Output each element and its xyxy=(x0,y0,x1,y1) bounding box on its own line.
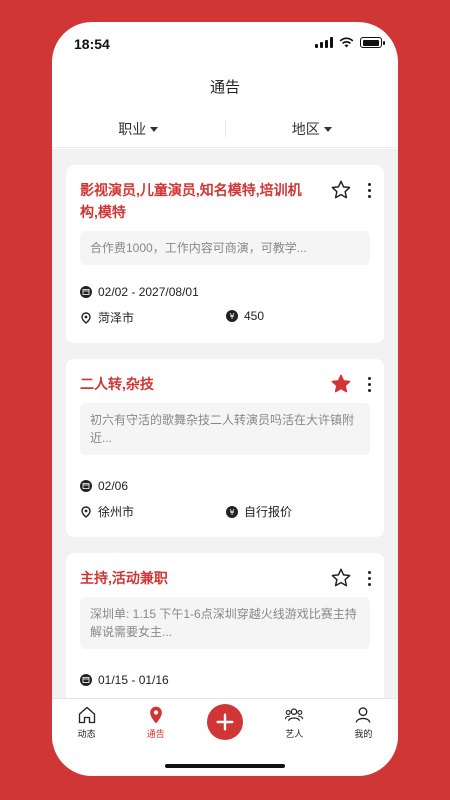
filter-bar: 职业 地区 xyxy=(52,110,398,148)
notice-card[interactable]: 主持,活动兼职 深圳单: 1.15 下午1-6点深圳穿越火线游戏比赛主持解说需要… xyxy=(66,553,384,698)
filter-profession-label: 职业 xyxy=(118,120,147,137)
card-price-text: 自行报价 xyxy=(244,505,293,519)
filter-region-label: 地区 xyxy=(291,120,320,137)
card-price: ¥ 自行报价 xyxy=(226,503,292,520)
card-date-text: 02/02 - 2027/08/01 xyxy=(98,285,199,299)
tab-create[interactable] xyxy=(190,699,259,744)
calendar-icon xyxy=(80,286,92,298)
svg-text:¥: ¥ xyxy=(229,312,234,321)
page-title: 通告 xyxy=(209,79,240,96)
people-icon xyxy=(284,708,304,722)
signal-icon xyxy=(315,37,333,48)
tab-feed[interactable]: 动态 xyxy=(52,699,121,744)
notice-list[interactable]: 影视演员,儿童演员,知名模特,培训机构,模特 合作费1000，工作内容可商演，可… xyxy=(52,149,398,698)
card-title: 二人转,杂技 xyxy=(80,376,154,392)
svg-text:¥: ¥ xyxy=(229,508,234,517)
card-location: 菏泽市 xyxy=(80,309,134,326)
user-icon xyxy=(356,707,371,723)
card-location-text: 徐州市 xyxy=(98,505,135,519)
battery-icon xyxy=(360,37,385,48)
status-time: 18:54 xyxy=(74,36,110,52)
wifi-icon xyxy=(339,37,354,48)
filter-profession[interactable]: 职业 xyxy=(52,119,225,139)
more-options-icon[interactable] xyxy=(364,567,374,589)
tab-mine[interactable]: 我的 xyxy=(329,699,398,744)
card-title: 影视演员,儿童演员,知名模特,培训机构,模特 xyxy=(80,182,302,220)
home-indicator xyxy=(165,764,285,768)
notice-card[interactable]: 影视演员,儿童演员,知名模特,培训机构,模特 合作费1000，工作内容可商演，可… xyxy=(66,165,384,343)
star-filled-icon[interactable] xyxy=(330,373,352,395)
card-price-text: 450 xyxy=(244,309,265,323)
card-date-text: 02/06 xyxy=(98,479,129,493)
yen-icon: ¥ xyxy=(226,505,238,518)
tab-mine-label: 我的 xyxy=(354,729,373,739)
caret-down-icon xyxy=(150,127,159,132)
home-icon xyxy=(78,706,95,724)
tab-artists[interactable]: 艺人 xyxy=(260,699,329,744)
calendar-icon xyxy=(80,480,92,492)
card-description: 初六有守活的歌舞杂技二人转演员吗活在大许镇附近... xyxy=(80,403,370,455)
phone-screen: 18:54 通告 职业 地区 影视演员,儿童演员,知名模特,培训机构,模特 合作… xyxy=(52,22,398,776)
star-outline-icon[interactable] xyxy=(330,567,352,589)
tab-bar: 动态 通告 艺人 我的 xyxy=(52,698,398,744)
plus-icon[interactable] xyxy=(207,703,243,740)
tab-feed-label: 动态 xyxy=(77,729,96,739)
location-pin-icon xyxy=(81,311,91,324)
card-price: ¥ 450 xyxy=(226,309,264,323)
card-description: 深圳单: 1.15 下午1-6点深圳穿越火线游戏比赛主持解说需要女主... xyxy=(80,597,370,649)
card-date: 02/06 xyxy=(80,479,128,493)
tab-artists-label: 艺人 xyxy=(285,729,304,739)
tab-notices[interactable]: 通告 xyxy=(121,699,190,744)
card-location-text: 菏泽市 xyxy=(98,311,135,325)
status-icons xyxy=(315,37,385,48)
card-date-text: 01/15 - 01/16 xyxy=(98,673,169,687)
yen-icon: ¥ xyxy=(226,310,238,322)
location-pin-icon xyxy=(149,706,162,724)
tab-notices-label: 通告 xyxy=(146,729,165,739)
card-description: 合作费1000，工作内容可商演，可教学... xyxy=(80,231,370,265)
star-outline-icon[interactable] xyxy=(330,179,352,201)
filter-region[interactable]: 地区 xyxy=(226,119,399,139)
caret-down-icon xyxy=(323,127,332,132)
notice-card[interactable]: 二人转,杂技 初六有守活的歌舞杂技二人转演员吗活在大许镇附近... 02/06 … xyxy=(66,359,384,537)
calendar-icon xyxy=(80,674,92,686)
status-bar: 18:54 xyxy=(52,22,398,66)
card-location: 徐州市 xyxy=(80,503,134,520)
more-options-icon[interactable] xyxy=(364,373,374,395)
card-date: 01/15 - 01/16 xyxy=(80,673,169,687)
more-options-icon[interactable] xyxy=(364,179,374,201)
location-pin-icon xyxy=(81,505,91,518)
card-date: 02/02 - 2027/08/01 xyxy=(80,285,199,299)
card-title: 主持,活动兼职 xyxy=(80,570,168,586)
